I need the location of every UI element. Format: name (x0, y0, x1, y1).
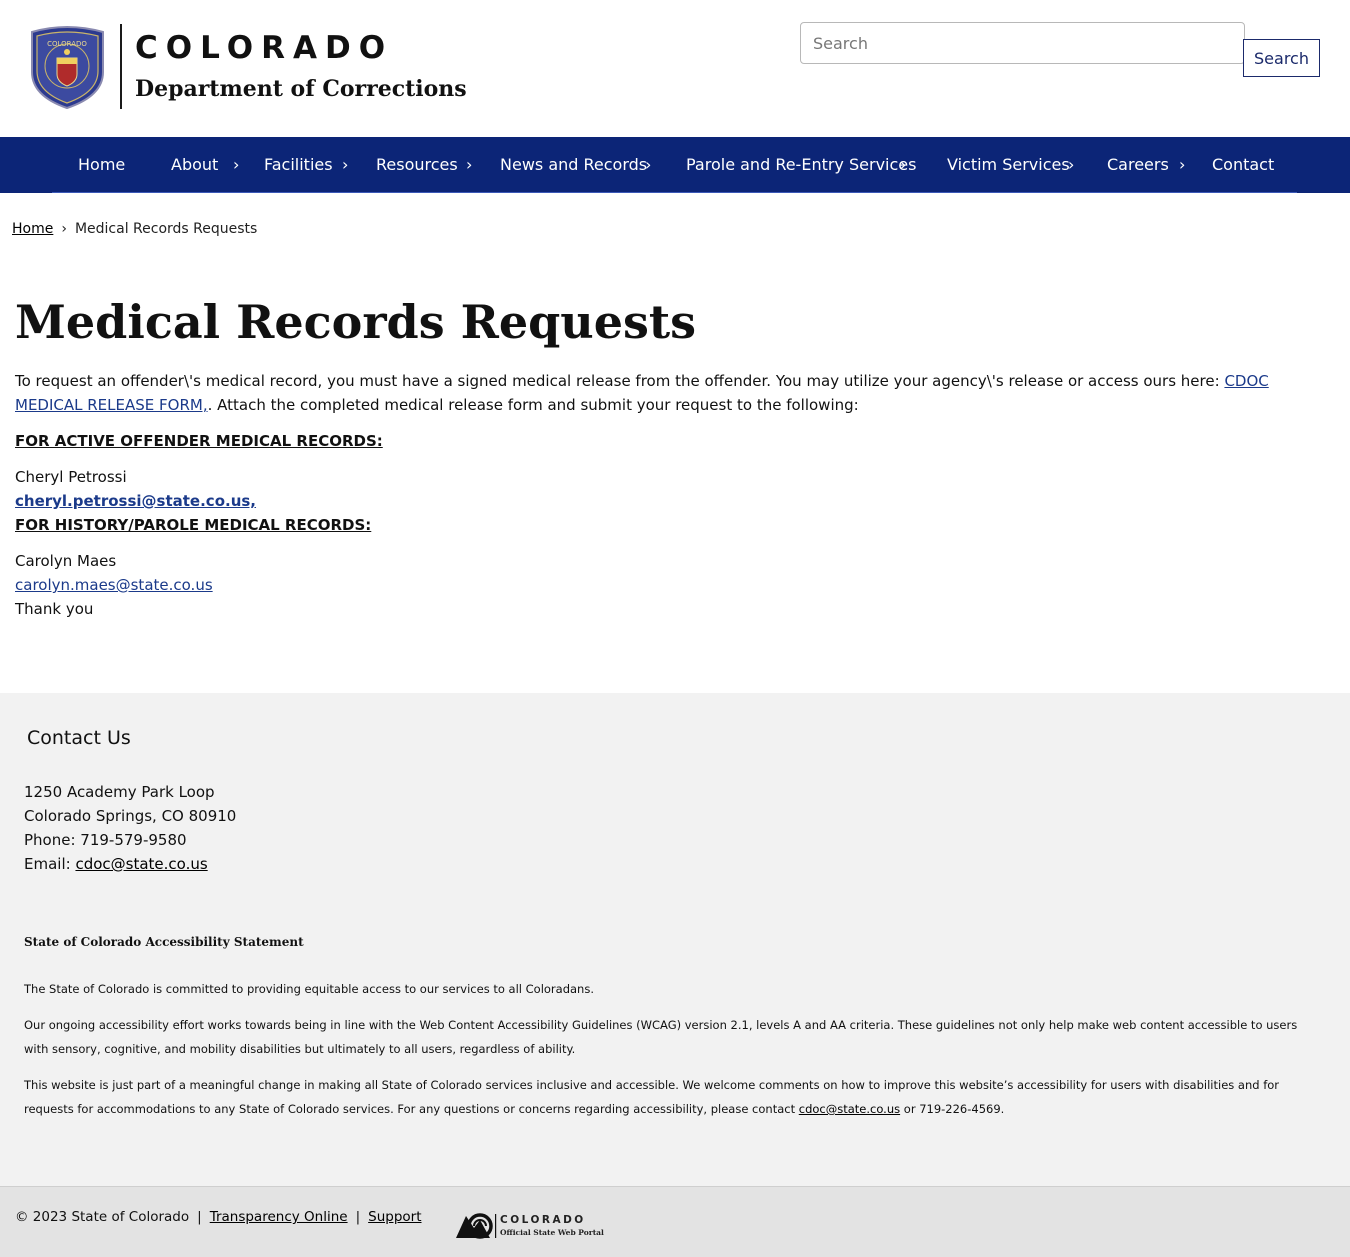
history-contact-email-link[interactable]: carolyn.maes@state.co.us (15, 573, 213, 597)
chevron-right-icon[interactable]: › (1068, 137, 1074, 193)
search-input[interactable] (800, 22, 1245, 64)
nav-item-contact[interactable]: Contact (1212, 137, 1274, 193)
footer-address-line-2: Colorado Springs, CO 80910 (24, 807, 237, 825)
active-contact-email-link[interactable]: cheryl.petrossi@state.co.us, (15, 489, 256, 513)
copyright-text: © 2023 State of Colorado (15, 1209, 190, 1225)
nav-item-facilities[interactable]: Facilities (264, 137, 333, 193)
breadcrumb-current: Medical Records Requests (74, 221, 258, 237)
accessibility-email-link[interactable]: cdoc@state.co.us (799, 1102, 900, 1116)
brand-divider (120, 24, 122, 109)
portal-logo-subtitle: Official State Web Portal (500, 1228, 604, 1237)
chevron-right-icon[interactable]: › (466, 137, 472, 193)
chevron-right-icon[interactable]: › (645, 137, 651, 193)
intro-text: To request an offender\'s medical record… (15, 372, 1225, 390)
accessibility-paragraph-1: The State of Colorado is committed to pr… (24, 982, 594, 996)
history-records-heading: FOR HISTORY/PAROLE MEDICAL RECORDS: (15, 516, 372, 534)
chevron-right-icon[interactable]: › (342, 137, 348, 193)
breadcrumb-home-link[interactable]: Home (12, 221, 53, 237)
accessibility-text-end: or 719-226-4569. (900, 1102, 1005, 1116)
chevron-right-icon[interactable]: › (233, 137, 239, 193)
active-records-heading: FOR ACTIVE OFFENDER MEDICAL RECORDS: (15, 432, 383, 450)
nav-item-about[interactable]: About (171, 137, 218, 193)
nav-item-careers[interactable]: Careers (1107, 137, 1169, 193)
nav-item-victim-services[interactable]: Victim Services (947, 137, 1070, 193)
pipe-separator: | (355, 1209, 361, 1225)
breadcrumb: Home › Medical Records Requests (12, 218, 257, 240)
active-contact-name: Cheryl Petrossi (15, 468, 127, 486)
page-title: Medical Records Requests (15, 295, 697, 349)
intro-paragraph: To request an offender\'s medical record… (15, 369, 1305, 417)
nav-item-home[interactable]: Home (78, 137, 125, 193)
history-contact-name: Carolyn Maes (15, 552, 117, 570)
footer-email-link[interactable]: cdoc@state.co.us (75, 855, 207, 873)
brand-department-name[interactable]: Department of Corrections (135, 74, 467, 104)
accessibility-paragraph-2: Our ongoing accessibility effort works t… (24, 1018, 1298, 1056)
chevron-right-icon[interactable]: › (900, 137, 906, 193)
footer-email-row: Email: cdoc@state.co.us (24, 852, 208, 876)
contact-us-title: Contact Us (27, 727, 131, 749)
nav-item-news-and-records[interactable]: News and Records (500, 137, 647, 193)
accessibility-text: This website is just part of a meaningfu… (24, 1078, 1280, 1116)
cdoc-seal-logo[interactable]: COLORADO (29, 24, 106, 110)
transparency-online-link[interactable]: Transparency Online (210, 1209, 348, 1225)
svg-text:COLORADO: COLORADO (47, 40, 87, 48)
search-button[interactable]: Search (1243, 39, 1320, 77)
footer-phone: Phone: 719-579-9580 (24, 831, 187, 849)
nav-item-parole-reentry[interactable]: Parole and Re-Entry Services (686, 137, 916, 193)
accessibility-paragraph-3: This website is just part of a meaningfu… (24, 1073, 1304, 1121)
chevron-right-icon[interactable]: › (1179, 137, 1185, 193)
bottom-links: © 2023 State of Colorado | Transparency On… (15, 1206, 422, 1228)
support-link[interactable]: Support (368, 1209, 421, 1225)
brand-state-name[interactable]: COLORADO (135, 30, 393, 66)
intro-text-end: . Attach the completed medical release f… (207, 396, 859, 414)
accessibility-title: State of Colorado Accessibility Statemen… (24, 935, 304, 949)
footer-email-label: Email: (24, 855, 76, 873)
nav-item-resources[interactable]: Resources (376, 137, 458, 193)
breadcrumb-separator: › (61, 221, 67, 237)
portal-logo-word: COLORADO (500, 1214, 586, 1226)
footer-address-line-1: 1250 Academy Park Loop (24, 783, 215, 801)
site-header (0, 0, 1350, 137)
closing-text: Thank you (15, 600, 94, 618)
pipe-separator: | (197, 1209, 202, 1225)
